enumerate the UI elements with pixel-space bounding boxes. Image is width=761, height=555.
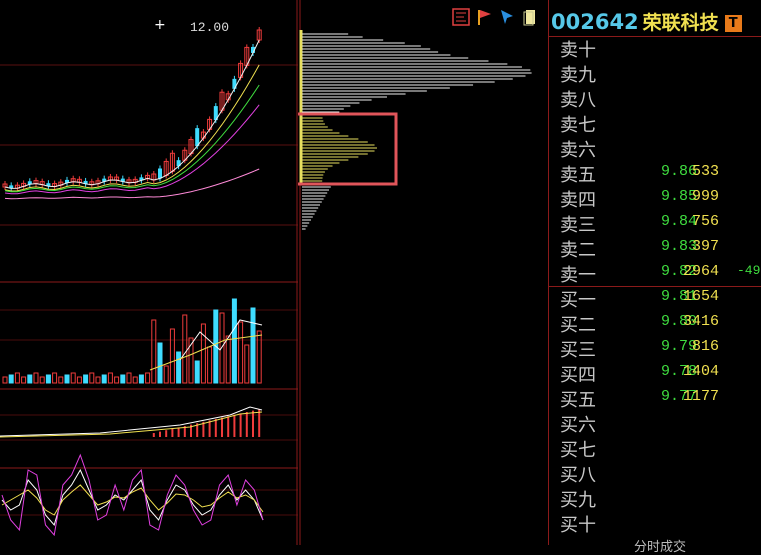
macd-indicator <box>0 406 263 438</box>
trade-badge[interactable]: T <box>724 15 742 32</box>
ask-row[interactable]: 卖八 <box>549 86 761 111</box>
kdj-indicator <box>1 453 264 537</box>
volume-value: 999 <box>691 188 719 205</box>
ask-row[interactable]: 卖四 9.85 999 <box>549 186 761 211</box>
bid-row[interactable]: 买十 <box>549 511 761 536</box>
chart-toolbar <box>452 8 539 28</box>
ask-row[interactable]: 卖六 <box>549 136 761 161</box>
volume-value: 1177 <box>682 388 719 405</box>
bid-row[interactable]: 买二 9.80 3416 <box>549 311 761 336</box>
level-label: 卖八 <box>560 90 596 111</box>
pointer-icon[interactable] <box>498 8 516 26</box>
level-label: 买九 <box>560 490 596 511</box>
ask-row[interactable]: 卖九 <box>549 61 761 86</box>
bid-row[interactable]: 买六 <box>549 411 761 436</box>
bid-row[interactable]: 买五 9.77 1177 <box>549 386 761 411</box>
level-label: 卖三 <box>560 215 596 236</box>
bid-row[interactable]: 买四 9.78 1404 <box>549 361 761 386</box>
level-label: 买十 <box>560 515 596 536</box>
level-label: 买三 <box>560 340 596 361</box>
level-label: 卖二 <box>560 240 596 261</box>
bid-row[interactable]: 买七 <box>549 436 761 461</box>
volume-value: 1654 <box>682 288 719 305</box>
level-label: 卖十 <box>560 40 596 61</box>
change-value: -49 <box>737 263 761 278</box>
level-label: 卖四 <box>560 190 596 211</box>
volume-value: 756 <box>691 213 719 230</box>
bid-row[interactable]: 买八 <box>549 461 761 486</box>
kline-chart-area[interactable] <box>0 0 298 545</box>
ask-row[interactable]: 卖七 <box>549 111 761 136</box>
quote-panel: 002642 荣联科技 T 卖十卖九卖八卖七卖六 卖五 9.86 533 卖四 9.85 999… <box>548 0 761 555</box>
volume-value: 397 <box>691 238 719 255</box>
level-label: 买二 <box>560 315 596 336</box>
bid-row[interactable]: 买九 <box>549 486 761 511</box>
stock-code: 002642 <box>551 10 639 34</box>
note-icon[interactable] <box>521 8 539 26</box>
stock-header: 002642 荣联科技 T <box>551 8 742 34</box>
volume-bars <box>2 298 263 384</box>
ask-row[interactable]: 卖五 9.86 533 <box>549 161 761 186</box>
ask-row[interactable]: 卖一 9.82 2964 -49 <box>549 261 761 286</box>
level-label: 买五 <box>560 390 596 411</box>
level-label: 买七 <box>560 440 596 461</box>
level-label: 买四 <box>560 365 596 386</box>
stock-name: 荣联科技 <box>642 12 719 34</box>
level-label: 卖五 <box>560 165 596 186</box>
bid-row[interactable]: 买三 9.79 816 <box>549 336 761 361</box>
level-label: 买六 <box>560 415 596 436</box>
level-label: 卖九 <box>560 65 596 86</box>
bid-row[interactable]: 买一 9.81 1654 <box>549 286 761 311</box>
level-label: 卖六 <box>560 140 596 161</box>
chart-grid <box>0 0 298 545</box>
volume-value: 533 <box>691 163 719 180</box>
crosshair-icon: + <box>154 17 166 33</box>
level-label: 买八 <box>560 465 596 486</box>
volume-value: 816 <box>691 338 719 355</box>
ask-row[interactable]: 卖二 9.83 397 <box>549 236 761 261</box>
level-label: 买一 <box>560 290 596 311</box>
peak-price-label: 12.00 <box>190 20 230 35</box>
level-label: 卖七 <box>560 115 596 136</box>
moving-average-lines <box>4 39 260 200</box>
volume-value: 1404 <box>682 363 719 380</box>
chip-distribution-chart <box>298 0 532 545</box>
volume-value: 2964 <box>682 263 719 280</box>
tick-trades-tab[interactable]: 分时成交 <box>634 536 686 555</box>
ask-row[interactable]: 卖三 9.84 756 <box>549 211 761 236</box>
volume-value: 3416 <box>682 313 719 330</box>
level-label: 卖一 <box>560 265 596 286</box>
bar-chart-icon[interactable] <box>452 8 470 26</box>
flag-icon[interactable] <box>475 8 493 26</box>
ask-row[interactable]: 卖十 <box>549 36 761 61</box>
